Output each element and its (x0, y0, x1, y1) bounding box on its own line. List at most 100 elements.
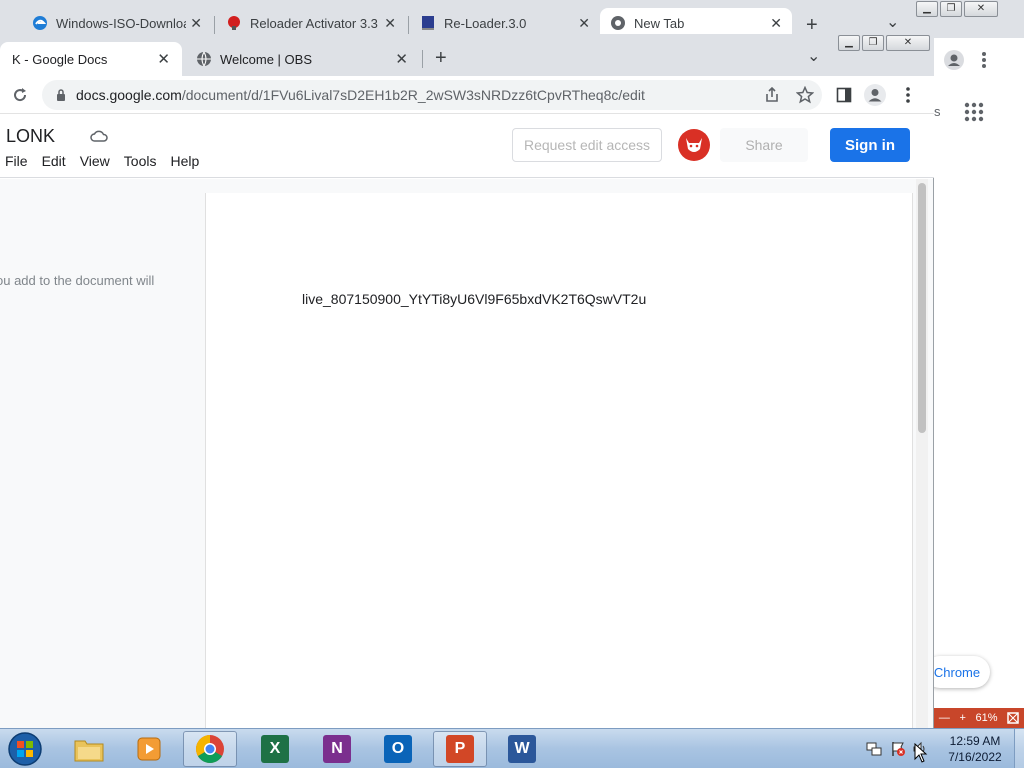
close-window-button[interactable]: ✕ (964, 1, 998, 17)
browser-toolbar: docs.google.com/document/d/1FVu6Lival7sD… (0, 76, 934, 114)
restore-button[interactable]: ❐ (862, 35, 884, 51)
close-tab-icon[interactable]: ✕ (190, 15, 202, 32)
share-page-icon[interactable] (764, 87, 780, 103)
google-docs-chrome-window: K - Google Docs ✕ Welcome | OBS ✕ + ⌄ ▁ … (0, 34, 934, 733)
request-edit-access-button[interactable]: Request edit access (512, 128, 662, 162)
browser-menu-kebab-icon[interactable] (906, 87, 910, 103)
edge-icon (33, 16, 47, 30)
windows-taskbar: X N O P W 12:59 AM 7/16/2022 (0, 728, 1024, 768)
chrome-icon (611, 16, 625, 30)
tab-title: New Tab (634, 15, 685, 31)
profile-avatar-icon[interactable] (864, 84, 886, 106)
tab-list-chevron-icon[interactable]: ⌄ (807, 46, 820, 66)
docs-menu-bar: File Edit View Tools Help (5, 153, 213, 169)
zoom-out-button[interactable]: — (939, 712, 950, 724)
zoom-indicator: — + 61% (934, 708, 1024, 728)
url-host: docs.google.com (76, 87, 182, 103)
anonymous-animal-avatar-icon[interactable] (678, 129, 710, 161)
document-body-text[interactable]: live_807150900_YtYTi8yU6Vl9F65bxdVK2T6Qs… (302, 291, 646, 307)
tab-google-docs[interactable]: K - Google Docs ✕ (0, 42, 182, 76)
taskbar-media-player-button[interactable] (122, 731, 176, 767)
powerpoint-icon: P (446, 735, 474, 763)
menu-file[interactable]: File (5, 153, 28, 169)
sign-in-button[interactable]: Sign in (830, 128, 910, 162)
side-panel-icon[interactable] (836, 87, 852, 103)
chrome-icon (196, 735, 224, 763)
minimize-button[interactable]: ▁ (916, 1, 938, 17)
menu-view[interactable]: View (80, 153, 110, 169)
docs-header: LONK File Edit View Tools Help Request e… (0, 114, 934, 178)
tab-title: Windows-ISO-Downloader (56, 15, 186, 31)
taskbar-chrome-button[interactable] (183, 731, 237, 767)
close-tab-icon[interactable]: ✕ (770, 15, 782, 32)
outlook-icon: O (384, 735, 412, 763)
system-clock[interactable]: 12:59 AM 7/16/2022 (940, 733, 1010, 765)
taskbar-word-button[interactable]: W (495, 731, 549, 767)
zoom-in-button[interactable]: + (959, 712, 965, 724)
tab-obs-welcome[interactable]: Welcome | OBS ✕ (184, 42, 420, 76)
close-tab-icon[interactable]: ✕ (578, 15, 590, 32)
request-edit-label: Request edit access (523, 137, 651, 153)
reload-icon[interactable] (12, 87, 28, 103)
sign-in-label: Sign in (845, 136, 895, 154)
taskbar-onenote-button[interactable]: N (310, 731, 364, 767)
folder-icon (74, 740, 104, 762)
background-text-fragment: s (934, 104, 941, 119)
menu-edit[interactable]: Edit (42, 153, 66, 169)
share-label: Share (745, 137, 783, 153)
profile-icon[interactable] (944, 50, 964, 70)
start-button-windows-icon[interactable] (6, 731, 44, 767)
window-controls: ▁ ❐ ✕ (838, 35, 930, 53)
tab-strip: K - Google Docs ✕ Welcome | OBS ✕ + ⌄ ▁ … (0, 34, 934, 76)
media-player-icon (137, 737, 161, 761)
tab-list-chevron-icon[interactable]: ⌄ (886, 12, 899, 32)
outline-hint-line-2: . (0, 289, 196, 306)
customize-chrome-label: Chrome (933, 664, 981, 680)
background-toolbar (934, 38, 1024, 82)
document-page[interactable]: live_807150900_YtYTi8yU6Vl9F65bxdVK2T6Qs… (205, 193, 913, 733)
background-new-tab-page: s Chrome (924, 82, 1024, 728)
document-title[interactable]: LONK (6, 126, 55, 147)
reloader-site-icon (422, 16, 434, 30)
close-tab-icon[interactable]: ✕ (384, 15, 396, 32)
globe-icon (197, 51, 211, 67)
url-path: /document/d/1FVu6Lival7sD2EH1b2R_2wSW3sN… (181, 87, 645, 103)
docs-body: ou add to the document will . live_80715… (0, 179, 933, 733)
network-icon[interactable] (866, 741, 882, 757)
close-window-button[interactable]: ✕ (886, 35, 930, 51)
show-desktop-button[interactable] (1014, 729, 1024, 768)
scrollbar-thumb[interactable] (918, 183, 926, 433)
menu-kebab-icon[interactable] (982, 52, 986, 68)
taskbar-powerpoint-button[interactable]: P (433, 731, 487, 767)
lock-icon[interactable] (56, 88, 66, 102)
tab-title: Reloader Activator 3.3 [2 (250, 15, 380, 31)
bookmark-star-icon[interactable] (796, 86, 814, 104)
outline-hint-line: ou add to the document will (0, 273, 155, 288)
new-tab-button[interactable]: + (435, 47, 447, 70)
minimize-button[interactable]: ▁ (838, 35, 860, 51)
menu-help[interactable]: Help (170, 153, 199, 169)
mouse-cursor-icon (914, 743, 928, 763)
outline-placeholder: ou add to the document will . (0, 272, 196, 306)
fit-screen-icon[interactable] (1007, 712, 1019, 724)
action-center-flag-icon[interactable] (890, 741, 906, 757)
cloud-saved-icon[interactable] (90, 130, 108, 142)
onenote-icon: N (323, 735, 351, 763)
clock-date: 7/16/2022 (948, 750, 1002, 764)
background-tab-strip: Windows-ISO-Downloader ✕ Reloader Activa… (0, 0, 1024, 38)
tab-title: K - Google Docs (12, 51, 108, 67)
address-bar[interactable]: docs.google.com/document/d/1FVu6Lival7sD… (42, 80, 822, 110)
share-button[interactable]: Share (720, 128, 808, 162)
close-tab-icon[interactable]: ✕ (157, 50, 170, 68)
clock-time: 12:59 AM (949, 734, 1001, 748)
taskbar-explorer-button[interactable] (62, 731, 116, 767)
taskbar-excel-button[interactable]: X (248, 731, 302, 767)
google-apps-grid-icon[interactable] (964, 102, 984, 122)
taskbar-outlook-button[interactable]: O (371, 731, 425, 767)
restore-button[interactable]: ❐ (940, 1, 962, 17)
menu-tools[interactable]: Tools (124, 153, 157, 169)
reloader-icon (228, 16, 240, 30)
close-tab-icon[interactable]: ✕ (395, 50, 408, 68)
word-icon: W (508, 735, 536, 763)
tab-title: Welcome | OBS (220, 51, 312, 67)
